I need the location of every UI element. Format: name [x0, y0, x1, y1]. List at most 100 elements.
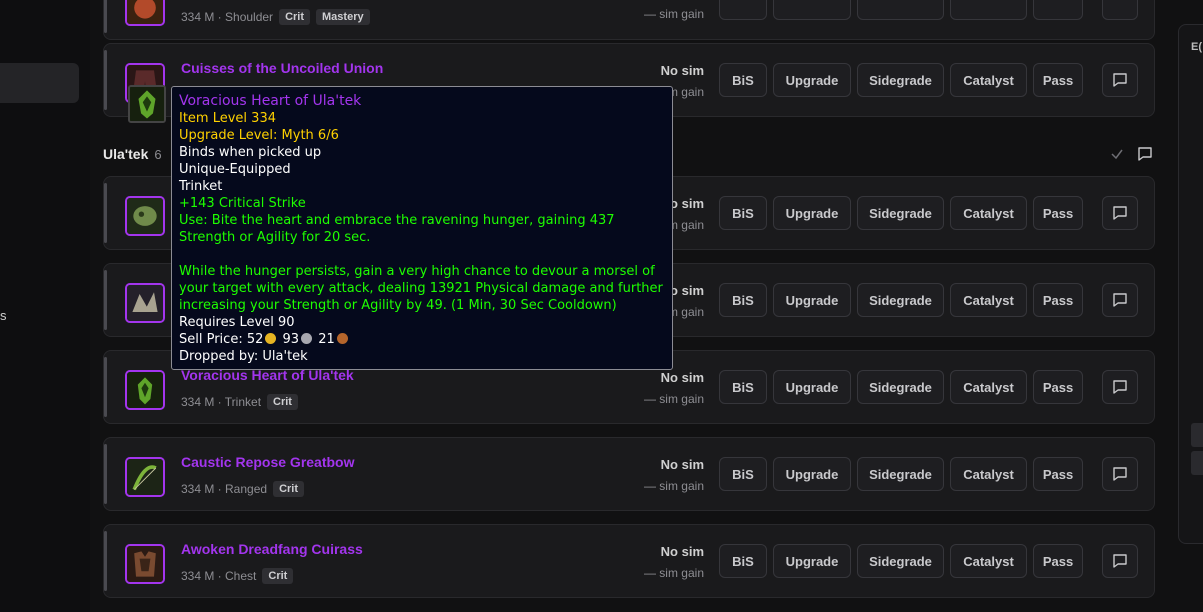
copper-coin-icon [336, 333, 348, 344]
catalyst-button[interactable]: Catalyst [950, 370, 1027, 404]
sim-status: No sim [660, 63, 704, 78]
sim-status: No sim [660, 544, 704, 559]
pass-button[interactable] [1033, 0, 1083, 20]
stat-chip: Crit [273, 481, 305, 497]
bis-button[interactable]: BiS [719, 63, 767, 97]
stat-chip: Crit [279, 9, 311, 25]
bis-button[interactable] [719, 0, 767, 20]
upgrade-button[interactable]: Upgrade [773, 283, 851, 317]
item-icon[interactable] [125, 0, 165, 26]
sidebar-label-fragment[interactable]: s [0, 308, 7, 323]
sidegrade-button[interactable]: Sidegrade [857, 544, 944, 578]
stat-chip: Mastery [316, 9, 370, 25]
pass-button[interactable]: Pass [1033, 63, 1083, 97]
comment-button[interactable] [1102, 0, 1138, 20]
comment-button[interactable] [1102, 283, 1138, 317]
sidegrade-button[interactable]: Sidegrade [857, 370, 944, 404]
item-slot: 334 M · Shoulder [181, 10, 274, 24]
tooltip-binds: Binds when picked up [179, 145, 322, 160]
item-meta: 334 M · Chest Crit [181, 568, 294, 584]
sim-status: No sim [660, 457, 704, 472]
item-slot: 334 M · Chest [181, 569, 257, 583]
bis-button[interactable]: BiS [719, 457, 767, 491]
bis-button[interactable]: BiS [719, 544, 767, 578]
sidegrade-button[interactable]: Sidegrade [857, 457, 944, 491]
group-count: 6 [154, 147, 162, 162]
sim-status: No sim [660, 370, 704, 385]
tooltip-item-name: Voracious Heart of Ula'tek [179, 93, 362, 109]
right-panel-label: E( [1191, 41, 1202, 53]
item-slot: 334 M · Ranged [181, 482, 268, 496]
comment-button[interactable] [1102, 544, 1138, 578]
catalyst-button[interactable] [950, 0, 1027, 20]
sidegrade-button[interactable]: Sidegrade [857, 283, 944, 317]
comment-button[interactable] [1102, 370, 1138, 404]
tooltip-upgrade-level: Upgrade Level: Myth 6/6 [179, 128, 339, 143]
sim-gain: — sim gain [643, 7, 704, 21]
group-header[interactable]: Ula'tek 6 [103, 146, 162, 162]
item-icon[interactable] [125, 283, 165, 323]
tooltip-requires-level: Requires Level 90 [179, 315, 295, 330]
pass-button[interactable]: Pass [1033, 457, 1083, 491]
item-name[interactable]: Cuisses of the Uncoiled Union [181, 60, 383, 76]
check-icon[interactable] [1109, 146, 1125, 162]
item-name[interactable]: Awoken Dreadfang Cuirass [181, 541, 363, 557]
pass-button[interactable]: Pass [1033, 370, 1083, 404]
sim-gain: — sim gain [643, 479, 704, 493]
right-panel-control[interactable] [1191, 423, 1203, 447]
item-tooltip: Voracious Heart of Ula'tek Item Level 33… [171, 86, 673, 370]
item-meta: 334 M · Trinket Crit [181, 394, 298, 410]
comment-icon [1113, 380, 1127, 394]
sidegrade-button[interactable] [857, 0, 944, 20]
tooltip-dropped-by: Dropped by: Ula'tek [179, 349, 308, 364]
bis-button[interactable]: BiS [719, 196, 767, 230]
catalyst-button[interactable]: Catalyst [950, 457, 1027, 491]
comment-icon [1113, 293, 1127, 307]
comment-button[interactable] [1102, 457, 1138, 491]
item-meta: 334 M · Ranged Crit [181, 481, 305, 497]
upgrade-button[interactable]: Upgrade [773, 370, 851, 404]
pass-button[interactable]: Pass [1033, 196, 1083, 230]
bis-button[interactable]: BiS [719, 283, 767, 317]
sell-silver: 93 [282, 332, 300, 347]
comment-icon[interactable] [1137, 146, 1153, 162]
sidebar: s [0, 0, 90, 612]
comment-icon [1113, 206, 1127, 220]
pass-button[interactable]: Pass [1033, 544, 1083, 578]
tooltip-effect-description: While the hunger persists, gain a very h… [179, 264, 663, 313]
upgrade-button[interactable]: Upgrade [773, 196, 851, 230]
item-icon[interactable] [125, 370, 165, 410]
tooltip-item-icon [128, 85, 166, 123]
stat-chip: Crit [262, 568, 294, 584]
upgrade-button[interactable] [773, 0, 851, 20]
catalyst-button[interactable]: Catalyst [950, 63, 1027, 97]
item-icon[interactable] [125, 196, 165, 236]
pass-button[interactable]: Pass [1033, 283, 1083, 317]
catalyst-button[interactable]: Catalyst [950, 196, 1027, 230]
catalyst-button[interactable]: Catalyst [950, 544, 1027, 578]
bis-button[interactable]: BiS [719, 370, 767, 404]
upgrade-button[interactable]: Upgrade [773, 544, 851, 578]
sidegrade-button[interactable]: Sidegrade [857, 196, 944, 230]
comment-button[interactable] [1102, 63, 1138, 97]
right-panel: E( [1178, 24, 1203, 544]
stat-chip: Crit [267, 394, 298, 410]
catalyst-button[interactable]: Catalyst [950, 283, 1027, 317]
comment-icon [1113, 467, 1127, 481]
tooltip-use-effect: Use: Bite the heart and embrace the rave… [179, 213, 615, 245]
sidebar-active-item[interactable] [0, 63, 79, 103]
comment-button[interactable] [1102, 196, 1138, 230]
item-row: Awoken Dreadfang Cuirass 334 M · Chest C… [103, 524, 1155, 598]
item-icon[interactable] [125, 457, 165, 497]
group-name: Ula'tek [103, 146, 149, 162]
item-meta: 334 M · Shoulder Crit Mastery [181, 9, 370, 25]
sidegrade-button[interactable]: Sidegrade [857, 63, 944, 97]
item-row: Caustic Repose Greatbow 334 M · Ranged C… [103, 437, 1155, 511]
upgrade-button[interactable]: Upgrade [773, 63, 851, 97]
tooltip-stat: +143 Critical Strike [179, 196, 306, 211]
item-name[interactable]: Caustic Repose Greatbow [181, 454, 355, 470]
sim-gain: — sim gain [643, 566, 704, 580]
right-panel-control[interactable] [1191, 451, 1203, 475]
item-icon[interactable] [125, 544, 165, 584]
upgrade-button[interactable]: Upgrade [773, 457, 851, 491]
